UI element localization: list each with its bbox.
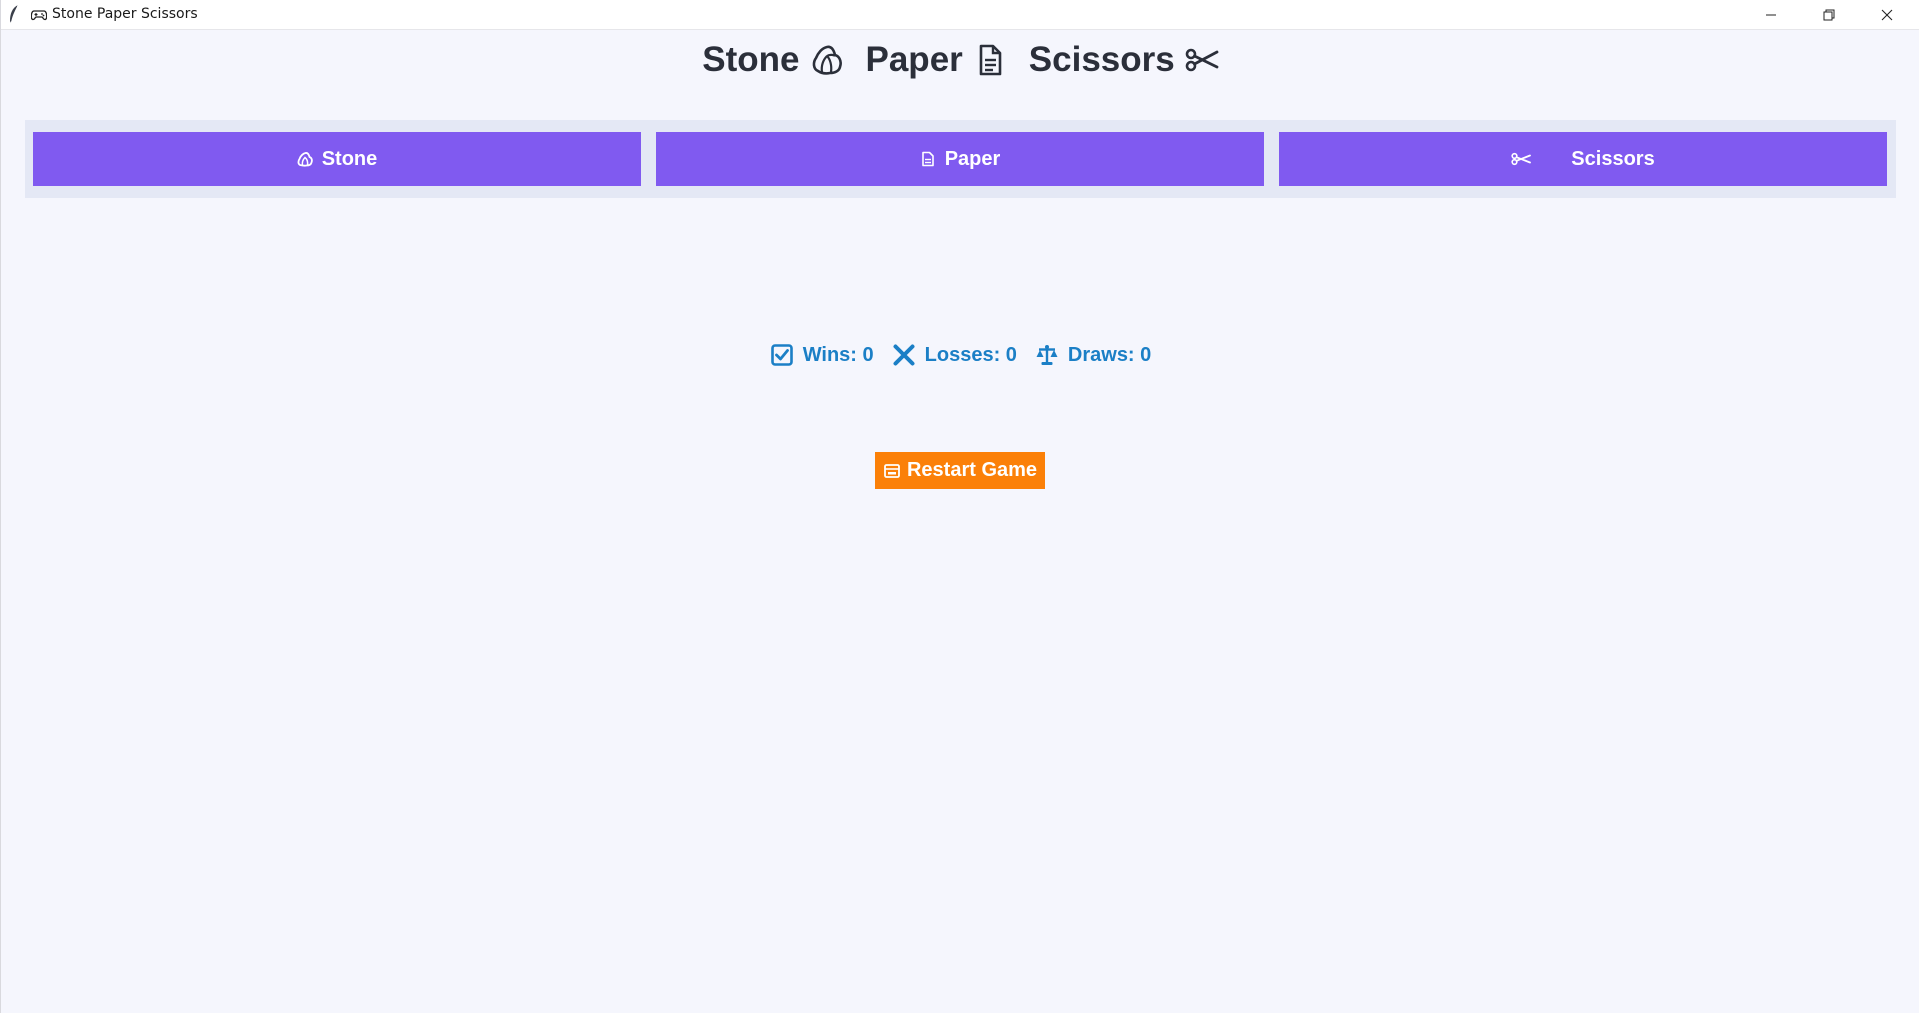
scissors-icon bbox=[1185, 48, 1219, 72]
score-board: Wins: 0 Losses: 0 Draws: 0 bbox=[1, 343, 1919, 367]
restore-icon bbox=[1823, 9, 1835, 20]
losses-text: Losses: 0 bbox=[924, 343, 1017, 366]
heading-scissors: Scissors bbox=[1028, 40, 1175, 79]
scissors-icon bbox=[1511, 152, 1532, 166]
rock-icon bbox=[812, 45, 842, 75]
restart-game-button[interactable]: Restart Game bbox=[875, 452, 1045, 489]
draws-counter: Draws: 0 bbox=[1035, 343, 1151, 367]
gamepad-icon bbox=[31, 10, 47, 21]
balance-scale-icon bbox=[1036, 345, 1058, 365]
cross-icon bbox=[893, 344, 915, 366]
draws-text: Draws: 0 bbox=[1067, 343, 1152, 366]
game-heading: Stone Paper Scissors bbox=[1, 40, 1919, 80]
wins-text: Wins: 0 bbox=[802, 343, 874, 366]
wins-counter: Wins: 0 bbox=[770, 343, 874, 367]
rock-icon bbox=[297, 152, 313, 167]
window-title: Stone Paper Scissors bbox=[52, 6, 198, 22]
page-icon bbox=[979, 44, 1002, 76]
stone-button[interactable]: Stone bbox=[33, 132, 641, 186]
restart-button-label: Restart Game bbox=[906, 459, 1038, 481]
close-icon bbox=[1881, 9, 1893, 20]
title-bar[interactable]: Stone Paper Scissors bbox=[1, 0, 1919, 30]
heading-paper: Paper bbox=[865, 40, 963, 79]
restart-icon bbox=[884, 463, 900, 478]
choice-button-bar: Stone Paper Scissors bbox=[25, 120, 1896, 198]
minimize-button[interactable] bbox=[1742, 0, 1800, 29]
page-icon bbox=[921, 151, 934, 167]
app-window: Stone Paper Scissors Stone Paper Scissor… bbox=[0, 0, 1919, 1013]
paper-button[interactable]: Paper bbox=[656, 132, 1264, 186]
scissors-button[interactable]: Scissors bbox=[1279, 132, 1887, 186]
losses-counter: Losses: 0 bbox=[892, 343, 1017, 367]
stone-button-label: Stone bbox=[321, 147, 378, 170]
restore-button[interactable] bbox=[1800, 0, 1858, 29]
close-button[interactable] bbox=[1858, 0, 1916, 29]
scissors-button-label: Scissors bbox=[1571, 147, 1655, 170]
minimize-icon bbox=[1766, 14, 1776, 15]
feather-icon bbox=[10, 4, 19, 24]
check-box-icon bbox=[770, 344, 793, 366]
paper-button-label: Paper bbox=[944, 147, 1001, 170]
heading-stone: Stone bbox=[702, 40, 800, 79]
